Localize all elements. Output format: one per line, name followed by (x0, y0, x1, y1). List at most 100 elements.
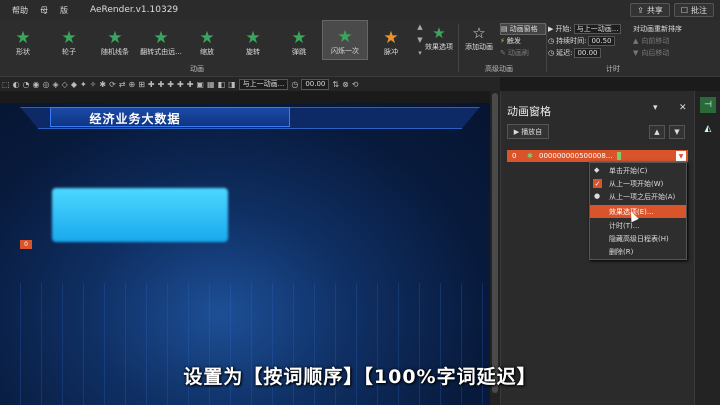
toolbar-start-select[interactable]: 与上一动画... (238, 78, 289, 90)
menu-item-with-previous[interactable]: ✓ 从上一项开始(W) (590, 177, 686, 190)
divider (458, 24, 459, 72)
effect-shape[interactable]: ★ 形状 (0, 20, 46, 60)
lightning-icon: ⚡ (500, 37, 505, 45)
effect-pulse[interactable]: ★ 脉冲 (368, 20, 414, 60)
effect-random-bars[interactable]: ★ 随机线条 (92, 20, 138, 60)
star-icon: ★ (337, 27, 353, 47)
shape-icon[interactable]: ✚ (148, 80, 155, 89)
move-earlier-button[interactable]: ▲ 向前移动 (633, 35, 717, 47)
shape-icon[interactable]: ◧ (218, 80, 226, 89)
shape-icon[interactable]: ✱ (99, 80, 106, 89)
animated-text-block[interactable] (52, 188, 228, 242)
item-number: 0 (512, 152, 517, 160)
effect-bounce[interactable]: ★ 弹跳 (276, 20, 322, 60)
slide-canvas[interactable]: 经济业务大数据 0 (0, 91, 490, 405)
shape-icon[interactable]: ◔ (23, 80, 30, 89)
move-later-button[interactable]: ▼ 向后移动 (633, 47, 717, 59)
menu-layout[interactable]: 版 (60, 5, 68, 16)
delay-input[interactable]: 00.00 (574, 48, 601, 58)
shape-icon[interactable]: ◇ (62, 80, 68, 89)
duration-input[interactable]: 00.50 (588, 36, 615, 46)
animation-painter-button[interactable]: ✎ 动画刷 (500, 47, 546, 59)
window-title: AeRender.v1.10329 (90, 5, 179, 15)
shape-icon[interactable]: ⊕ (128, 80, 135, 89)
menu-help[interactable]: 帮助 (12, 5, 28, 16)
shape-icon[interactable]: ⊞ (138, 80, 145, 89)
shape-icon[interactable]: ⟲ (352, 80, 359, 89)
group-label-advanced: 高级动画 (485, 65, 513, 73)
play-from-button[interactable]: ▶ 播放自 (507, 124, 549, 139)
title-bar: 帮助 母 版 AeRender.v1.10329 ⇪ 共享 ☐ 批注 (0, 0, 720, 20)
star-icon: ★ (107, 28, 123, 48)
menu-item-after-previous[interactable]: ● 从上一项之后开始(A) (590, 190, 686, 203)
pane-menu-icon[interactable]: ▾ (653, 103, 658, 113)
side-strip: ⊣ ◭ (694, 91, 720, 405)
toolbar-delay-input[interactable]: 00.00 (301, 78, 330, 90)
effect-spin[interactable]: ★ 旋转 (230, 20, 276, 60)
scroll-thumb[interactable] (492, 93, 498, 393)
video-subtitle: 设置为【按词顺序】【100%字词延迟】 (183, 366, 537, 388)
shape-icon[interactable]: ⟳ (109, 80, 116, 89)
add-animation-button[interactable]: ☆ 添加动画 (462, 24, 496, 52)
shape-icon[interactable]: ◆ (71, 80, 77, 89)
menu-item-delete[interactable]: 删除(R) (590, 245, 686, 258)
animation-ribbon: ★ 形状 ★ 轮子 ★ 随机线条 ★ 翻转式由远... ★ 缩放 ★ 旋转 ★ 弹跳 ★ 闪烁一… (0, 20, 720, 77)
clock-icon: ◷ (548, 37, 555, 45)
menu-master[interactable]: 母 (40, 5, 48, 16)
shape-icon[interactable]: ▣ (196, 80, 204, 89)
menu-item-effect-options[interactable]: 效果选项(E)... (590, 205, 686, 218)
comment-icon: ☐ (680, 5, 688, 15)
menu-item-on-click[interactable]: ◆ 单击开始(C) (590, 164, 686, 177)
shape-icon[interactable]: ✚ (177, 80, 184, 89)
share-button[interactable]: ⇪ 共享 (630, 3, 670, 17)
shape-icon[interactable]: ◨ (228, 80, 236, 89)
canvas-scrollbar[interactable] (490, 91, 500, 405)
animation-list-item[interactable]: 0 ✱ 000000000500008... ▼ (507, 150, 688, 162)
reorder-group: 对动画重新排序 ▲ 向前移动 ▼ 向后移动 (633, 23, 717, 59)
animation-pane-toggle-icon[interactable]: ⊣ (700, 97, 716, 113)
move-down-button[interactable]: ▼ (669, 125, 685, 139)
divider (546, 24, 547, 72)
slide[interactable]: 经济业务大数据 0 (0, 103, 490, 405)
arrow-down-icon: ▼ (633, 49, 639, 57)
effect-options-button[interactable]: ★ 效果选项 (422, 24, 456, 52)
effect-zoom[interactable]: ★ 缩放 (184, 20, 230, 60)
menu-item-hide-timeline[interactable]: 隐藏高级日程表(H) (590, 232, 686, 245)
star-icon: ★ (61, 28, 77, 48)
star-icon: ★ (291, 28, 307, 48)
shape-icon[interactable]: ◉ (33, 80, 40, 89)
context-menu: ◆ 单击开始(C) ✓ 从上一项开始(W) ● 从上一项之后开始(A) 效果选项(E)… (589, 162, 687, 260)
shape-icon[interactable]: ◐ (13, 80, 20, 89)
shape-icon[interactable]: ⊗ (342, 80, 349, 89)
shape-icon[interactable]: ✦ (80, 80, 87, 89)
menu-item-timing[interactable]: 计时(T)... (590, 219, 686, 232)
quick-toolbar: ⬚ ◐ ◔ ◉ ◎ ◈ ◇ ◆ ✦ ✧ ✱ ⟳ ⇄ ⊕ ⊞ ✚ ✚ ✚ ✚ ✚ … (0, 77, 500, 91)
move-up-button[interactable]: ▲ (649, 125, 665, 139)
animation-marker: 0 (20, 240, 32, 249)
slide-title[interactable]: 经济业务大数据 (0, 110, 270, 127)
shape-icon[interactable]: ⇅ (332, 80, 339, 89)
shape-icon[interactable]: ◈ (53, 80, 59, 89)
shape-icon[interactable]: ⇄ (119, 80, 126, 89)
star-icon: ★ (383, 28, 399, 48)
animation-pane-button[interactable]: ▤ 动画窗格 (500, 23, 546, 35)
star-icon: ★ (15, 28, 31, 48)
shape-icon[interactable]: ▦ (207, 80, 215, 89)
close-icon[interactable]: ✕ (679, 103, 687, 113)
shape-icon[interactable]: ✚ (187, 80, 194, 89)
shape-icon[interactable]: ✧ (90, 80, 97, 89)
start-select[interactable]: 与上一动画... (573, 24, 622, 34)
effect-wheel[interactable]: ★ 轮子 (46, 20, 92, 60)
shape-icon[interactable]: ✚ (167, 80, 174, 89)
chevron-down-icon[interactable]: ▼ (676, 151, 686, 161)
shape-icon[interactable]: ⬚ (2, 80, 10, 89)
effect-flash-once[interactable]: ★ 闪烁一次 (322, 20, 368, 60)
play-icon: ▶ (513, 127, 520, 136)
property-icon[interactable]: ◭ (700, 121, 716, 137)
trigger-button[interactable]: ⚡ 触发 (500, 35, 546, 47)
group-label-timing: 计时 (606, 65, 620, 73)
shape-icon[interactable]: ◎ (43, 80, 50, 89)
comment-button[interactable]: ☐ 批注 (673, 3, 714, 17)
shape-icon[interactable]: ✚ (158, 80, 165, 89)
effect-flip[interactable]: ★ 翻转式由远... (138, 20, 184, 60)
